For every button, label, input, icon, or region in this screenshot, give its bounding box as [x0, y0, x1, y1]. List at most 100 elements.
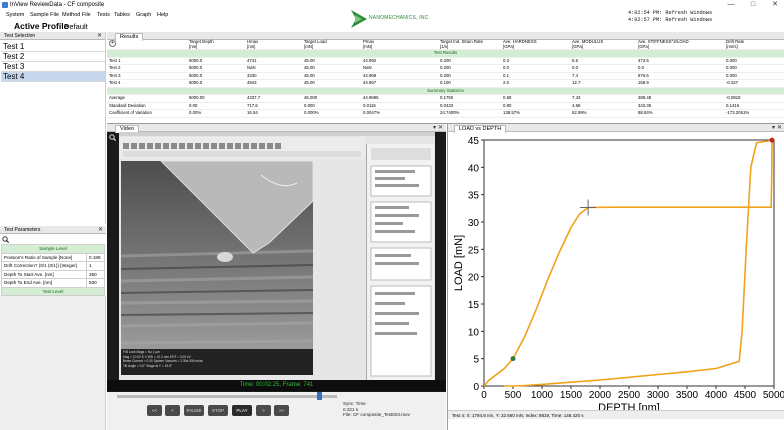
y-tick-label: 35 — [468, 191, 480, 202]
expand-icon[interactable]: + — [109, 40, 116, 47]
rewind-button[interactable]: << — [147, 405, 162, 416]
cell: 0.1 — [501, 72, 570, 81]
y-tick-label: 20 — [468, 273, 480, 284]
param-value[interactable]: 350 — [86, 269, 105, 279]
menu-tables[interactable]: Tables — [114, 10, 130, 20]
y-tick-label: 0 — [473, 382, 479, 393]
pause-button[interactable]: PAUSE — [184, 405, 204, 416]
stop-button[interactable]: STOP — [208, 405, 228, 416]
table-row[interactable]: Coefficient of Variation 0.00% 16.54 0.000%… — [107, 109, 784, 118]
section-row: Test Results — [107, 49, 784, 58]
list-item-test-4[interactable]: Test 4 — [1, 72, 105, 82]
cell: 0.0 — [501, 64, 570, 73]
step-back-button[interactable]: < — [165, 405, 180, 416]
active-profile-value[interactable]: Default — [64, 22, 88, 31]
start-marker — [510, 356, 516, 362]
table-header-row: + Target Depth [nm] Hmax [nm] Target Load[… — [107, 39, 784, 51]
cell: 0.000% — [302, 109, 361, 118]
y-tick-label: 15 — [468, 300, 480, 311]
table-row[interactable]: Depth To End Ave. [nm] 500 — [0, 278, 105, 288]
cell: 45.00 — [302, 72, 361, 81]
y-tick-label: 5 — [473, 355, 479, 366]
sem-toolbar-icons — [123, 143, 361, 157]
table-row[interactable]: Test 3 5000.0 3330 45.00 44.968 0.200 0.1 7.4 87… — [107, 72, 784, 81]
cell: 88.84% — [636, 109, 724, 118]
param-name: Depth To End Ave. [nm] — [0, 278, 88, 288]
cell: 44.968 — [361, 72, 438, 81]
x-tick-label: 4000 — [705, 390, 728, 401]
column-header[interactable]: Target Ind. Strain Rate [1/s] — [438, 39, 501, 51]
search-icon[interactable] — [2, 236, 9, 243]
table-row[interactable]: Test 2 5000.0 NaN 45.00 NaN 0.200 0.0 0.0 0.0 0.0… — [107, 64, 784, 73]
playback-slider-handle[interactable] — [317, 392, 322, 400]
param-value[interactable]: 1 — [86, 261, 105, 271]
table-row[interactable]: Test 4 5000.0 4943 45.00 44.967 0.100 2.0 12.7 1… — [107, 79, 784, 88]
param-value[interactable]: 500 — [86, 278, 105, 288]
menu-method-file[interactable]: Method File — [62, 10, 91, 20]
fast-forward-button[interactable]: >> — [274, 405, 289, 416]
panel-close-icon[interactable]: ✕ — [777, 124, 782, 132]
cell: 876.6 — [636, 72, 724, 81]
x-tick-label: 500 — [505, 390, 522, 401]
cell: 0.000 — [724, 72, 784, 81]
table-row[interactable]: Drift Correction? (0/1 (0/1)) [Integer] 1 — [0, 261, 105, 271]
x-tick-label: 2500 — [618, 390, 641, 401]
video-panel: Video ▾ ✕ FIB Lock Mags = No 1 µm Mag = … — [107, 124, 446, 430]
list-item-test-2[interactable]: Test 2 — [1, 52, 105, 62]
play-button[interactable]: PLAY — [232, 405, 252, 416]
list-item-test-1[interactable]: Test 1 — [1, 42, 105, 52]
section-row: Summary Statistics — [107, 87, 784, 96]
load-depth-chart[interactable]: 0 500 1000 1500 2000 2500 3000 3500 4000 4500 5000… — [448, 132, 784, 410]
table-row[interactable]: Test 1 5000.0 4741 45.00 44.992 0.200 0.3 5.6 47… — [107, 57, 784, 66]
sem-software-screenshot: FIB Lock Mags = No 1 µm Mag = 10.00 K X … — [119, 132, 435, 384]
param-name: Drift Correction? (0/1 (0/1)) [Integer] — [0, 261, 88, 271]
column-header[interactable]: Hmax [nm] — [245, 39, 302, 51]
column-header[interactable]: Ave. MODULUS [GPa] — [570, 39, 636, 51]
section-label: Summary Statistics — [107, 87, 784, 96]
sem-info-line: Tilt Angle = 0.0° Stage at Y = 15.8° — [123, 363, 173, 368]
column-header[interactable]: Ave. HARDNESS [GPa] — [501, 39, 570, 51]
list-item-test-3[interactable]: Test 3 — [1, 62, 105, 72]
parameters-table: Sample Level Poisson's Ratio of Sample [… — [0, 244, 105, 296]
y-axis-label: LOAD [mN] — [453, 235, 465, 291]
cell: 0.200 — [438, 72, 501, 81]
panel-close-icon[interactable]: ✕ — [438, 124, 443, 132]
pin-icon[interactable]: ▾ — [433, 124, 436, 132]
column-header[interactable]: Ave. STIFFNESS^2/LOAD [GPa] — [636, 39, 724, 51]
menu-tests[interactable]: Tests — [97, 10, 110, 20]
param-value[interactable]: 0.188 — [86, 252, 105, 262]
table-row[interactable]: Standard Deviation 0.00 717.6 0.000 0.0116 0.… — [107, 102, 784, 111]
sem-titlebar — [119, 132, 435, 136]
row-label: Test 4 — [107, 79, 187, 88]
x-tick-label: 3500 — [676, 390, 699, 401]
cell: 5000.00 — [187, 94, 245, 103]
menu-help[interactable]: Help — [157, 10, 168, 20]
playback-slider[interactable] — [117, 395, 337, 398]
column-header[interactable]: Target Load [mN] — [302, 39, 361, 51]
table-row[interactable]: Poisson's Ratio of Sample [None] 0.188 — [0, 252, 105, 262]
results-panel: Results + Target Depth [nm] Hmax [nm] Targ… — [107, 32, 784, 124]
cell: 5000.0 — [187, 57, 245, 66]
row-label: Standard Deviation — [107, 102, 187, 111]
pin-icon[interactable]: ▾ — [772, 124, 775, 132]
cell: 45.00 — [302, 79, 361, 88]
column-header[interactable]: Target Depth [nm] — [187, 39, 245, 51]
cell: 7.4 — [570, 72, 636, 81]
panel-close-icon[interactable]: ✕ — [98, 226, 103, 234]
table-row[interactable]: Average 5000.00 4337.7 45.000 44.9695 0.1750 0… — [107, 94, 784, 103]
cell: -0.0818 — [724, 94, 784, 103]
table-row[interactable]: Depth To Start Ave. [nm] 350 — [0, 269, 105, 279]
menu-sample-file[interactable]: Sample File — [30, 10, 59, 20]
test-selection-title-text: Test Selection — [4, 33, 36, 39]
step-forward-button[interactable]: > — [256, 405, 271, 416]
column-header[interactable]: Pmax [mN] — [361, 39, 438, 51]
menu-system[interactable]: System — [6, 10, 24, 20]
test-parameters-title: Test Parameters ✕ — [0, 226, 106, 234]
cell: 5.6 — [570, 57, 636, 66]
zoom-icon[interactable] — [109, 134, 116, 141]
cell: 5000.0 — [187, 72, 245, 81]
column-header[interactable]: Drift Rate [nm/s] — [724, 39, 784, 51]
menu-graph[interactable]: Graph — [136, 10, 151, 20]
x-tick-label: 4500 — [734, 390, 757, 401]
panel-close-icon[interactable]: ✕ — [97, 32, 102, 40]
